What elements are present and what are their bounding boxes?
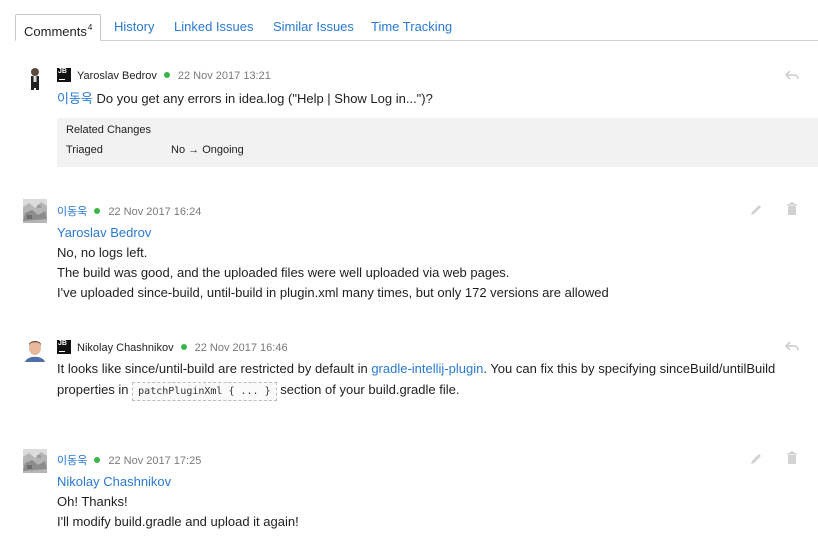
pencil-icon[interactable] [749,452,763,466]
trash-icon[interactable] [785,451,799,465]
gradle-plugin-link[interactable]: gradle-intellij-plugin [371,361,483,376]
trash-icon[interactable] [785,202,799,216]
field-change: No → Ongoing [171,144,244,156]
author-name[interactable]: Yaroslav Bedrov [77,70,157,82]
comment-body: Yaroslav Bedrov No, no logs left. The bu… [57,223,609,303]
online-status-dot [163,72,170,79]
author-name[interactable]: 이동욱 [57,206,87,218]
mention-link[interactable]: Nikolay Chashnikov [57,472,299,492]
change-arrow-icon: → [188,144,200,156]
inline-code: patchPluginXml { ... } [132,382,277,401]
jb-badge: JB [57,68,71,83]
online-status-dot [94,457,101,464]
comment-body: Nikolay Chashnikov Oh! Thanks! I'll modi… [57,472,299,532]
comment-text-line: No, no logs left. [57,245,148,260]
comment-text-line: Oh! Thanks! [57,494,128,509]
tab-history[interactable]: History [114,14,154,39]
comment-meta: 이동욱 22 Nov 2017 17:25 [57,453,201,469]
related-changes-box: Related Changes Triaged No → Ongoing [57,118,818,167]
reply-arrow-icon[interactable] [785,68,799,82]
author-name[interactable]: Nikolay Chashnikov [77,342,174,354]
avatar [23,449,47,473]
comment-body: 이동욱 Do you get any errors in idea.log ("… [57,89,433,109]
tab-linked-issues[interactable]: Linked Issues [174,14,254,39]
mention-link[interactable]: Yaroslav Bedrov [57,223,609,243]
tab-comments[interactable]: Comments4 [15,14,102,41]
online-status-dot [94,208,101,215]
changed-field-name: Triaged [66,144,103,156]
comments-count: 4 [87,23,93,32]
avatar [23,338,47,362]
old-value: No [171,144,186,156]
comment-text: Do you get any errors in idea.log ("Help… [96,91,433,106]
comment-text-line: The build was good, and the uploaded fil… [57,265,510,280]
pencil-icon[interactable] [749,203,763,217]
comment-body: It looks like since/until-build are rest… [57,359,775,402]
comment-meta: JB Nikolay Chashnikov 22 Nov 2017 16:46 [57,340,288,356]
comment-text-line: I'll modify build.gradle and upload it a… [57,514,299,529]
comment-text-line: properties in patchPluginXml { ... } sec… [57,380,775,402]
avatar [23,66,47,90]
related-changes-heading: Related Changes [66,124,152,136]
tab-time-tracking[interactable]: Time Tracking [371,14,452,39]
author-name[interactable]: 이동욱 [57,455,87,467]
online-status-dot [180,344,187,351]
comment-meta: 이동욱 22 Nov 2017 16:24 [57,204,201,220]
mention-link[interactable]: 이동욱 [57,91,93,106]
comment-text-line: It looks like since/until-build are rest… [57,361,776,376]
reply-arrow-icon[interactable] [785,339,799,353]
tab-similar-issues[interactable]: Similar Issues [273,14,354,39]
comment-date[interactable]: 22 Nov 2017 16:46 [195,342,288,354]
avatar [23,199,47,223]
comment-date[interactable]: 22 Nov 2017 17:25 [108,455,201,467]
comment-text-line: I've uploaded since-build, until-build i… [57,285,609,300]
tab-comments-label: Comments [24,24,87,39]
new-value: Ongoing [202,144,244,156]
comment-date[interactable]: 22 Nov 2017 16:24 [108,206,201,218]
comment-meta: JB Yaroslav Bedrov 22 Nov 2017 13:21 [57,68,271,84]
tab-bar: Comments4 History Linked Issues Similar … [15,14,818,41]
comment-date[interactable]: 22 Nov 2017 13:21 [178,70,271,82]
jb-badge: JB [57,340,71,355]
